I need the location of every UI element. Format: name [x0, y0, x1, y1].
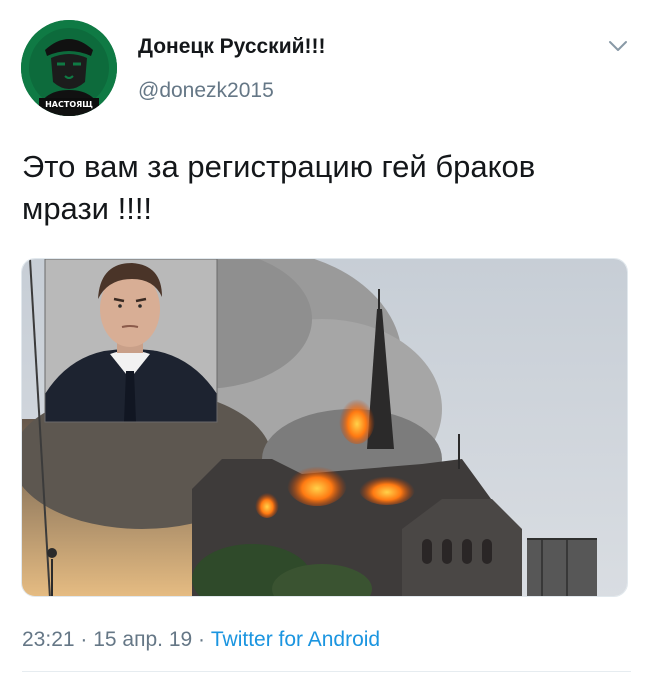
display-name[interactable]: Донецк Русский!!! — [138, 35, 326, 59]
meta-separator: · — [74, 628, 94, 651]
meta-separator: · — [192, 628, 211, 651]
tweet-source-link[interactable]: Twitter for Android — [211, 628, 380, 651]
avatar-caption: НАСТОЯЩ — [45, 100, 93, 109]
tweet-text-line: Это вам за регистрацию гей браков — [22, 149, 536, 184]
tweet-card: НАСТОЯЩ Донецк Русский!!! @donezk2015 Эт… — [0, 0, 651, 680]
avatar-image: НАСТОЯЩ — [21, 20, 117, 116]
tweet-media-image[interactable] — [21, 258, 628, 597]
chevron-down-icon[interactable] — [606, 34, 630, 58]
tweet-text: Это вам за регистрацию гей браков мрази … — [22, 146, 622, 230]
tweet-date[interactable]: 15 апр. 19 — [93, 628, 192, 651]
tweet-meta: 23:21 · 15 апр. 19 · Twitter for Android — [22, 628, 380, 652]
divider — [22, 671, 631, 672]
avatar[interactable]: НАСТОЯЩ — [21, 20, 117, 116]
tweet-time[interactable]: 23:21 — [22, 628, 75, 651]
tweet-text-line: мрази !!!! — [22, 191, 153, 226]
user-handle[interactable]: @donezk2015 — [138, 79, 274, 103]
